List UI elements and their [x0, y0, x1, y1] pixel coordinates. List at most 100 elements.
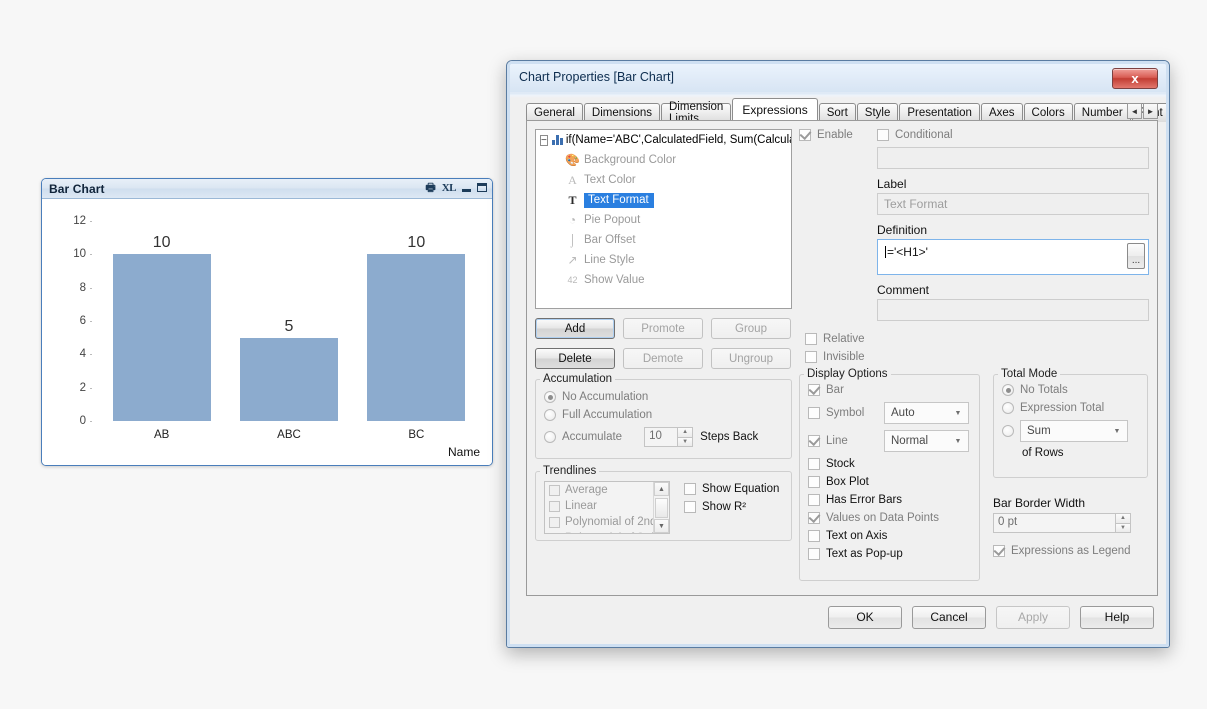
- tab-expressions[interactable]: Expressions: [732, 98, 818, 120]
- expander-icon[interactable]: −: [540, 134, 548, 146]
- tree-root-expression[interactable]: − if(Name='ABC',CalculatedField, Sum(Cal…: [536, 130, 791, 150]
- bar-border-width-stepper[interactable]: 0 pt ▲ ▼: [993, 513, 1131, 533]
- minimize-icon[interactable]: [462, 183, 471, 194]
- relative-checkbox[interactable]: Relative: [805, 333, 1149, 345]
- scrollbar-thumb[interactable]: [655, 498, 668, 518]
- radio-full-accumulation[interactable]: Full Accumulation: [544, 409, 791, 421]
- display-box-plot-checkbox[interactable]: Box Plot: [808, 476, 979, 488]
- demote-button[interactable]: Demote: [623, 348, 703, 369]
- group-button[interactable]: Group: [711, 318, 791, 339]
- list-item[interactable]: Average: [545, 482, 669, 498]
- list-item[interactable]: Polynomial of 3rd d: [545, 530, 669, 533]
- tab-scroll-right-icon[interactable]: ►: [1143, 103, 1158, 119]
- radio-no-totals[interactable]: No Totals: [1002, 384, 1147, 396]
- definition-caption: Definition: [877, 223, 928, 237]
- definition-input[interactable]: ='<H1>' ...: [877, 239, 1149, 275]
- steps-back-value[interactable]: 10: [644, 427, 678, 447]
- chevron-down-icon[interactable]: ▼: [1109, 428, 1125, 435]
- help-button[interactable]: Help: [1080, 605, 1154, 629]
- radio-aggregation-icon[interactable]: [1002, 425, 1014, 437]
- tree-item-show-value[interactable]: 42 Show Value: [536, 270, 791, 290]
- checkbox-label: Invisible: [823, 351, 865, 363]
- checkbox-icon[interactable]: [549, 484, 560, 496]
- enable-checkbox[interactable]: Enable: [799, 129, 877, 141]
- expressions-as-legend-checkbox[interactable]: Expressions as Legend: [993, 545, 1148, 557]
- ungroup-button[interactable]: Ungroup: [711, 348, 791, 369]
- display-text-as-popup-checkbox[interactable]: Text as Pop-up: [808, 548, 979, 560]
- maximize-icon[interactable]: [477, 182, 487, 195]
- add-button[interactable]: Add: [535, 318, 615, 339]
- apply-button[interactable]: Apply: [996, 605, 1070, 629]
- tree-item-text-format[interactable]: T Text Format: [536, 190, 791, 210]
- bar-chart-window[interactable]: Bar Chart 🖶 XL 12 10 8 6 4 2 0 10 AB 5 A…: [41, 178, 493, 466]
- tree-item-background-color[interactable]: 🎨 Background Color: [536, 150, 791, 170]
- checkbox-icon[interactable]: [549, 500, 560, 512]
- symbol-select[interactable]: Auto ▼: [884, 402, 969, 424]
- close-icon[interactable]: x: [1112, 68, 1158, 89]
- delete-button[interactable]: Delete: [535, 348, 615, 369]
- checkbox-icon: [808, 512, 820, 524]
- bar-ABC[interactable]: [239, 337, 338, 421]
- ok-button[interactable]: OK: [828, 605, 902, 629]
- cancel-button[interactable]: Cancel: [912, 605, 986, 629]
- tree-item-bar-offset[interactable]: ⌡ Bar Offset: [536, 230, 791, 250]
- scroll-down-icon[interactable]: ▼: [654, 519, 669, 533]
- definition-ellipsis-button[interactable]: ...: [1127, 243, 1145, 269]
- scroll-up-icon[interactable]: ▲: [654, 482, 669, 496]
- tab-scroll-controls[interactable]: ◄ ►: [1127, 103, 1158, 119]
- trendlines-listbox[interactable]: Average Linear Polynomial of 2nd d ▲ ▼: [544, 481, 670, 534]
- line-select[interactable]: Normal ▼: [884, 430, 969, 452]
- conditional-input[interactable]: [877, 147, 1149, 169]
- display-text-on-axis-checkbox[interactable]: Text on Axis: [808, 530, 979, 542]
- tree-item-pie-popout[interactable]: ◔ Pie Popout: [536, 210, 791, 230]
- show-equation-checkbox[interactable]: Show Equation: [684, 483, 779, 495]
- comment-input[interactable]: [877, 299, 1149, 321]
- dialog-titlebar[interactable]: Chart Properties [Bar Chart]: [510, 64, 1166, 92]
- conditional-checkbox[interactable]: Conditional: [877, 129, 1149, 141]
- checkbox-label: Show R²: [702, 501, 747, 513]
- bar-AB[interactable]: [112, 254, 211, 421]
- stepper-down-icon[interactable]: ▼: [1115, 522, 1131, 533]
- tree-item-label: Text Color: [584, 174, 636, 186]
- label-input[interactable]: Text Format: [877, 193, 1149, 215]
- display-line-checkbox[interactable]: Line: [808, 435, 884, 447]
- bar-border-width-value[interactable]: 0 pt: [993, 513, 1115, 533]
- chart-window-titlebar[interactable]: Bar Chart 🖶 XL: [42, 179, 492, 199]
- radio-no-accumulation[interactable]: No Accumulation: [544, 391, 791, 403]
- show-r2-checkbox[interactable]: Show R²: [684, 501, 779, 513]
- stepper-up-icon[interactable]: ▲: [1115, 513, 1131, 523]
- list-item[interactable]: Linear: [545, 498, 669, 514]
- chevron-down-icon[interactable]: ▼: [950, 410, 966, 417]
- promote-button[interactable]: Promote: [623, 318, 703, 339]
- stepper-down-icon[interactable]: ▼: [677, 436, 694, 447]
- tab-scroll-left-icon[interactable]: ◄: [1127, 103, 1142, 119]
- radio-expression-total[interactable]: Expression Total: [1002, 402, 1147, 414]
- invisible-checkbox[interactable]: Invisible: [805, 351, 1149, 363]
- aggregation-select[interactable]: Sum ▼: [1020, 420, 1128, 442]
- chevron-down-icon[interactable]: ▼: [950, 438, 966, 445]
- stepper-up-icon[interactable]: ▲: [677, 427, 694, 437]
- checkbox-icon[interactable]: [549, 532, 560, 533]
- bar-BC[interactable]: [367, 254, 466, 421]
- tab-bar[interactable]: General Dimensions Dimension Limits Expr…: [526, 98, 1166, 125]
- display-symbol-checkbox[interactable]: Symbol: [808, 407, 884, 419]
- display-bar-checkbox[interactable]: Bar: [808, 384, 979, 396]
- steps-back-stepper[interactable]: 10 ▲ ▼: [644, 427, 694, 447]
- list-item[interactable]: Polynomial of 2nd d: [545, 514, 669, 530]
- print-icon[interactable]: 🖶: [425, 183, 435, 194]
- tree-item-line-style[interactable]: ↗ Line Style: [536, 250, 791, 270]
- bar-group-ABC[interactable]: 5 ABC: [225, 221, 352, 441]
- checkbox-icon[interactable]: [549, 516, 560, 528]
- expression-tree[interactable]: − if(Name='ABC',CalculatedField, Sum(Cal…: [535, 129, 792, 309]
- display-has-error-bars-checkbox[interactable]: Has Error Bars: [808, 494, 979, 506]
- listbox-scrollbar[interactable]: ▲ ▼: [653, 482, 669, 533]
- excel-export-icon[interactable]: XL: [442, 183, 457, 194]
- tree-item-text-color[interactable]: A Text Color: [536, 170, 791, 190]
- radio-accumulate[interactable]: Accumulate 10 ▲ ▼ Steps Back: [544, 427, 791, 447]
- expression-row-actions-1: Add Promote Group: [535, 318, 792, 339]
- chart-properties-dialog[interactable]: Chart Properties [Bar Chart] x General D…: [506, 60, 1170, 648]
- display-values-on-data-points-checkbox[interactable]: Values on Data Points: [808, 512, 979, 524]
- bar-group-AB[interactable]: 10 AB: [98, 221, 225, 441]
- display-stock-checkbox[interactable]: Stock: [808, 458, 979, 470]
- bar-group-BC[interactable]: 10 BC: [353, 221, 480, 441]
